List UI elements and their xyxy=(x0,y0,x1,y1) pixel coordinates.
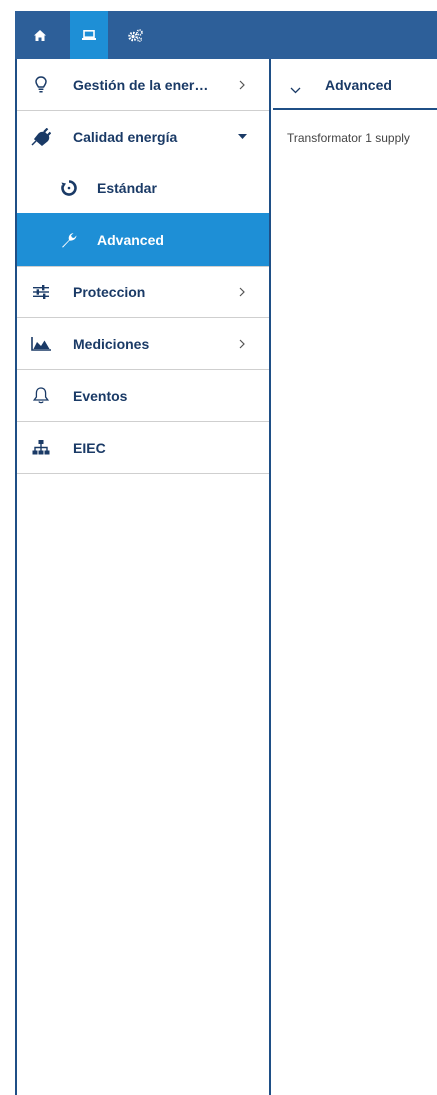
sidebar-item-proteccion[interactable]: Proteccion xyxy=(17,266,269,318)
chevron-down-icon xyxy=(290,81,301,99)
sidebar-item-label: Eventos xyxy=(73,387,128,404)
sidebar-item-eventos[interactable]: Eventos xyxy=(17,370,269,422)
laptop-icon xyxy=(82,30,96,40)
sidebar-item-label: Mediciones xyxy=(73,335,150,352)
caret-down-icon xyxy=(237,132,247,142)
laptop-button[interactable] xyxy=(70,11,108,59)
chevron-right-icon xyxy=(237,287,247,297)
sidebar-item-label: Advanced xyxy=(97,231,164,248)
area-chart-icon xyxy=(31,334,51,354)
gears-icon xyxy=(127,28,143,42)
sidebar-item-label: Estándar xyxy=(97,179,157,196)
sidebar-item-advanced[interactable]: Advanced xyxy=(17,213,269,266)
sidebar: Gestión de la ener… Calidad energía Está… xyxy=(15,59,271,1095)
sidebar-item-mediciones[interactable]: Mediciones xyxy=(17,318,269,370)
top-bar xyxy=(15,11,437,59)
wrench-icon xyxy=(59,230,79,250)
gears-button[interactable] xyxy=(116,11,154,59)
sidebar-item-label: EIEC xyxy=(73,439,106,456)
chevron-right-icon xyxy=(237,339,247,349)
sidebar-item-eiec[interactable]: EIEC xyxy=(17,422,269,474)
lightbulb-icon xyxy=(31,75,51,95)
home-icon xyxy=(34,29,46,41)
sidebar-item-estandar[interactable]: Estándar xyxy=(17,162,269,213)
sitemap-icon xyxy=(31,438,51,458)
recycle-icon xyxy=(59,178,79,198)
section-title: Advanced xyxy=(325,77,392,93)
parameter-label: Transformator 1 supply xyxy=(287,131,410,145)
sidebar-item-calidad-energia[interactable]: Calidad energía xyxy=(17,111,269,162)
home-button[interactable] xyxy=(21,11,59,59)
plug-icon xyxy=(31,127,51,147)
chevron-right-icon xyxy=(237,80,247,90)
sidebar-item-label: Calidad energía xyxy=(73,128,178,145)
section-header-advanced[interactable]: Advanced xyxy=(273,59,437,110)
bell-icon xyxy=(31,386,51,406)
sidebar-item-label: Gestión de la ener… xyxy=(73,76,209,93)
sidebar-item-label: Proteccion xyxy=(73,284,146,300)
sidebar-item-gestion-energia[interactable]: Gestión de la ener… xyxy=(17,59,269,111)
sliders-icon xyxy=(31,282,51,302)
